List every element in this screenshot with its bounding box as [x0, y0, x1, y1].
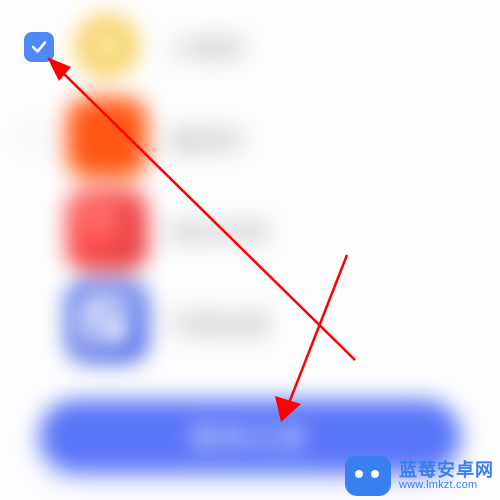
list-item[interactable]: 中国出版 — [0, 276, 500, 368]
list-item[interactable]: 番茄时 — [0, 92, 500, 184]
list-item[interactable]: 拼多多商 — [0, 184, 500, 276]
app-label: 番茄时 — [170, 121, 245, 156]
watermark-logo-icon — [345, 456, 391, 496]
select-all-checkbox[interactable] — [24, 32, 54, 62]
list-item[interactable]: 小程序 — [0, 0, 500, 92]
watermark: 蓝莓安卓网 www.lmkzt.com — [345, 456, 494, 496]
app-list-blurred: 小程序 番茄时 拼多多商 中国出版 删除记录 — [0, 0, 500, 500]
delete-button-label: 删除记录 — [192, 418, 308, 455]
watermark-url: www.lmkzt.com — [399, 480, 494, 492]
app-icon — [66, 5, 148, 87]
check-icon — [30, 38, 48, 56]
watermark-title: 蓝莓安卓网 — [399, 461, 494, 480]
checkbox-empty[interactable] — [18, 123, 48, 153]
app-icon — [66, 97, 148, 179]
app-label: 拼多多商 — [170, 213, 270, 248]
app-icon — [66, 189, 148, 271]
app-label: 小程序 — [170, 29, 245, 64]
app-label: 中国出版 — [170, 305, 270, 340]
app-icon — [66, 281, 148, 363]
